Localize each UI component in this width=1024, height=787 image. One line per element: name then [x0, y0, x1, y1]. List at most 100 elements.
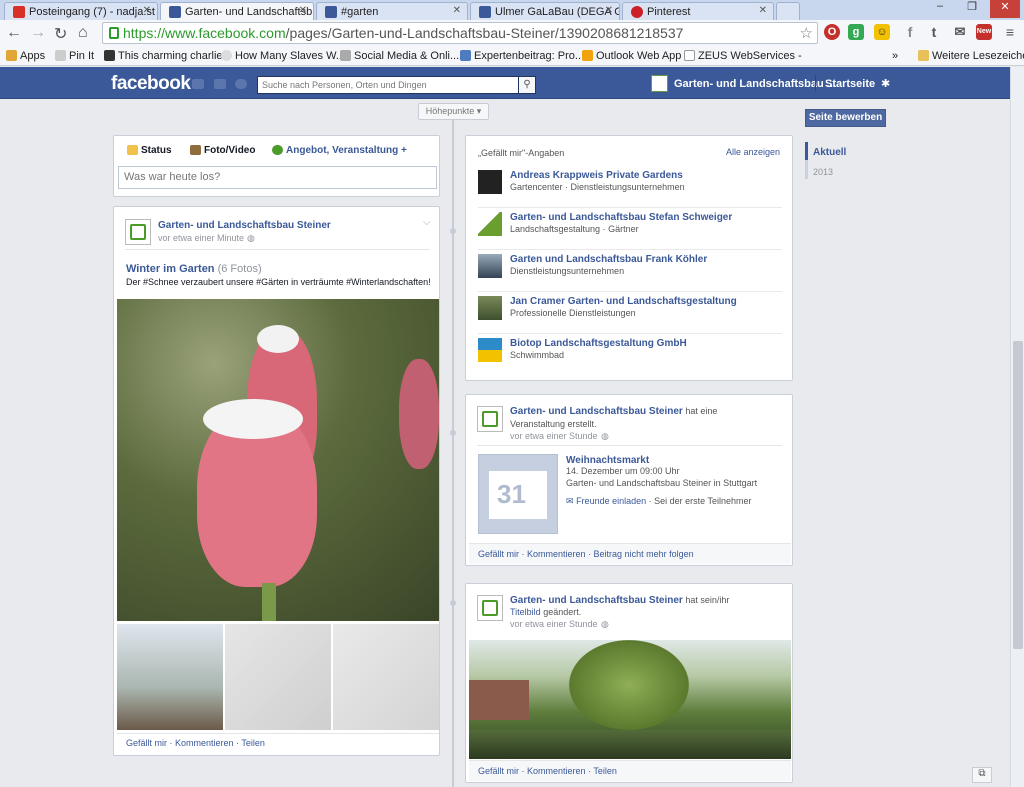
avatar[interactable] — [477, 595, 503, 621]
like-link[interactable]: Gefällt mir — [126, 738, 167, 748]
share-link[interactable]: Teilen — [593, 766, 617, 776]
close-icon[interactable]: ✕ — [143, 5, 151, 16]
notifications-icon[interactable] — [235, 79, 247, 89]
other-bookmarks[interactable]: Weitere Lesezeichen — [918, 50, 1024, 62]
list-item[interactable]: Garten- und Landschaftsbau Stefan Schwei… — [478, 208, 782, 250]
invite-friends-link[interactable]: Freunde einladen — [576, 496, 646, 506]
forward-icon[interactable]: → — [30, 24, 46, 42]
mail-icon[interactable]: ✉ — [952, 24, 968, 40]
post-time[interactable]: vor etwa einer Stunde — [510, 431, 598, 441]
like-link[interactable]: Gefällt mir — [478, 549, 519, 559]
adblock-icon[interactable]: O — [824, 24, 840, 40]
bookmarks-overflow[interactable]: » — [892, 50, 898, 62]
tab-gmail[interactable]: Posteingang (7) - nadja.st ✕ — [4, 2, 158, 20]
search-input[interactable]: Suche nach Personen, Orten und Dingen — [257, 76, 519, 94]
chat-sidebar-icon[interactable]: ⧉ — [972, 767, 992, 783]
cover-photo-link[interactable]: Titelbild — [510, 607, 541, 617]
new-tab-button[interactable] — [776, 2, 800, 20]
close-icon[interactable]: ✕ — [605, 5, 613, 16]
tab-offer-event[interactable]: Angebot, Veranstaltung + — [272, 145, 407, 156]
list-item[interactable]: Jan Cramer Garten- und Landschaftsgestal… — [478, 292, 782, 334]
page-avatar-icon[interactable] — [651, 75, 668, 92]
search-icon[interactable]: ⚲ — [519, 76, 536, 94]
event-title[interactable]: Weihnachtsmarkt — [566, 455, 649, 466]
post-author[interactable]: Garten- und Landschaftsbau Steiner — [510, 595, 683, 606]
home-icon[interactable]: ⌂ — [78, 24, 88, 42]
like-link[interactable]: Gefällt mir — [478, 766, 519, 776]
cover-photo[interactable] — [469, 640, 791, 759]
back-icon[interactable]: ← — [6, 24, 22, 42]
album-title[interactable]: Winter im Garten — [126, 263, 215, 275]
photo-thumbnail[interactable] — [225, 624, 331, 730]
bookmark-slaves[interactable]: How Many Slaves W... — [221, 50, 345, 62]
post-author[interactable]: Garten- und Landschaftsbau Steiner — [158, 220, 331, 231]
tab-facebook-garten[interactable]: Garten- und Landschaftsb ✕ — [160, 2, 314, 20]
list-item[interactable]: Biotop Landschaftsgestaltung GmbH Schwim… — [478, 334, 782, 376]
post-author[interactable]: Garten- und Landschaftsbau Steiner — [510, 406, 683, 417]
tab-photo-video[interactable]: Foto/Video — [190, 145, 255, 156]
page-name-link[interactable]: Garten- und Landschaftsbau ... — [674, 78, 836, 90]
promote-page-button[interactable]: Seite bewerben — [805, 109, 886, 127]
page-scrollbar[interactable] — [1010, 67, 1024, 787]
comment-link[interactable]: Kommentieren — [527, 549, 586, 559]
messages-icon[interactable] — [214, 79, 226, 89]
tab-hashtag-garten[interactable]: #garten ✕ — [316, 2, 468, 20]
liked-page-name[interactable]: Andreas Krappweis Private Gardens — [510, 170, 683, 181]
see-all-link[interactable]: Alle anzeigen — [726, 147, 780, 157]
post-time[interactable]: vor etwa einer Stunde — [510, 619, 598, 629]
status-input[interactable]: Was war heute los? — [118, 166, 437, 189]
friend-requests-icon[interactable] — [192, 79, 204, 89]
restore-icon[interactable]: ❐ — [962, 0, 982, 18]
list-item[interactable]: Garten und Landschaftsbau Frank Köhler D… — [478, 250, 782, 292]
window-close-icon[interactable]: ✕ — [990, 0, 1020, 18]
bookmark-expertenbeitrag[interactable]: Expertenbeitrag: Pro... — [460, 50, 584, 62]
year-current[interactable]: Aktuell — [813, 147, 846, 158]
minimize-icon[interactable]: – — [930, 0, 950, 18]
photo-thumbnail[interactable] — [333, 624, 439, 730]
list-item[interactable]: Andreas Krappweis Private Gardens Garten… — [478, 166, 782, 208]
tab-status[interactable]: Status — [127, 145, 172, 156]
unfollow-link[interactable]: Beitrag nicht mehr folgen — [594, 549, 694, 559]
avatar[interactable] — [125, 219, 151, 245]
tumblr-icon[interactable]: t — [926, 24, 942, 40]
year-2013[interactable]: 2013 — [813, 167, 833, 177]
chevron-down-icon[interactable]: ⌵ — [423, 217, 431, 228]
google-icon[interactable]: g — [848, 24, 864, 40]
address-bar[interactable]: https://www.facebook.com/pages/Garten-un… — [102, 22, 818, 44]
liked-page-name[interactable]: Biotop Landschaftsgestaltung GmbH — [510, 338, 687, 349]
reload-icon[interactable]: ↻ — [54, 24, 67, 44]
new-badge-icon[interactable]: New — [976, 24, 992, 40]
bookmark-social-media[interactable]: Social Media & Onli... — [340, 50, 459, 62]
comment-link[interactable]: Kommentieren — [527, 766, 586, 776]
gear-icon[interactable]: ✱ — [881, 77, 890, 90]
menu-icon[interactable]: ≡ — [1002, 24, 1018, 40]
bookmark-zeus[interactable]: ZEUS WebServices - — [684, 50, 802, 62]
tab-pinterest[interactable]: Pinterest ✕ — [622, 2, 774, 20]
bookmark-apps[interactable]: Apps — [6, 50, 45, 62]
facebook-logo[interactable]: facebook — [111, 73, 191, 95]
liked-page-name[interactable]: Jan Cramer Garten- und Landschaftsgestal… — [510, 296, 737, 307]
bookmark-outlook[interactable]: Outlook Web App — [582, 50, 681, 62]
tab-ulmer-galabau[interactable]: Ulmer GaLaBau (DEGA GA ✕ — [470, 2, 620, 20]
share-link[interactable]: Teilen — [241, 738, 265, 748]
close-icon[interactable]: ✕ — [299, 5, 307, 16]
liked-page-name[interactable]: Garten- und Landschaftsbau Stefan Schwei… — [510, 212, 732, 223]
close-icon[interactable]: ✕ — [453, 5, 461, 16]
calendar-icon[interactable]: 31 — [478, 454, 558, 534]
photo-thumbnail[interactable] — [117, 624, 223, 730]
liked-page-name[interactable]: Garten und Landschaftsbau Frank Köhler — [510, 254, 707, 265]
bookmark-charming-charlie[interactable]: This charming charlie — [104, 50, 223, 62]
extension-icon[interactable]: ☺ — [874, 24, 890, 40]
bookmark-pin-it[interactable]: Pin It — [55, 50, 94, 62]
avatar[interactable] — [477, 406, 503, 432]
page-thumbnail — [478, 212, 502, 236]
scrollbar-thumb[interactable] — [1013, 341, 1023, 649]
highlights-dropdown[interactable]: Höhepunkte ▾ — [418, 103, 489, 120]
home-link[interactable]: Startseite — [825, 78, 875, 90]
close-icon[interactable]: ✕ — [759, 5, 767, 16]
star-icon[interactable]: ☆ — [800, 24, 813, 42]
facebook-ext-icon[interactable]: f — [902, 24, 918, 40]
post-time[interactable]: vor etwa einer Minute — [158, 233, 244, 243]
tulip-photo[interactable] — [117, 299, 439, 621]
comment-link[interactable]: Kommentieren — [175, 738, 234, 748]
